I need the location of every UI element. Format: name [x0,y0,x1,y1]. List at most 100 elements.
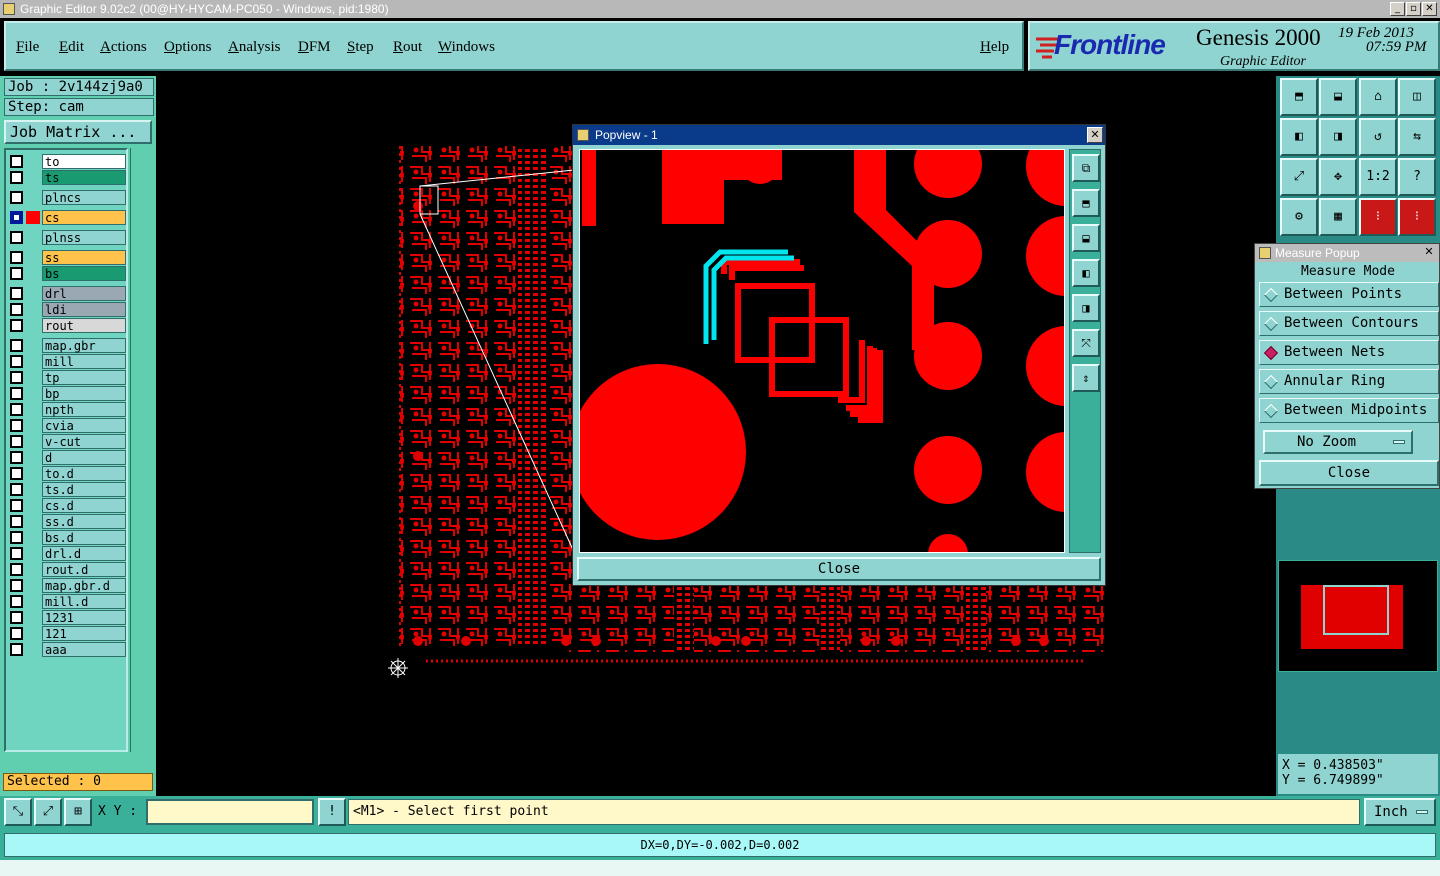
xy-input[interactable] [146,799,314,825]
menu-windows[interactable]: Windows [438,39,495,56]
popview-close-x-button[interactable]: ✕ [1087,127,1103,143]
layer-row-bp[interactable]: bp [8,386,126,401]
layer-name[interactable]: ss [42,250,126,265]
layer-row-drl[interactable]: drl [8,286,126,301]
minimap-view-box[interactable] [1323,585,1389,635]
layer-row-drl-d[interactable]: drl.d [8,546,126,561]
layer-checkbox[interactable] [10,467,23,480]
layer-name[interactable]: to [42,154,126,169]
measure-option-between-contours[interactable]: Between Contours [1259,311,1439,336]
layer-name[interactable]: v-cut [42,434,126,449]
layer-row-to-d[interactable]: to.d [8,466,126,481]
layer-checkbox[interactable] [10,251,23,264]
layer-row-ss[interactable]: ss [8,250,126,265]
layer-checkbox[interactable] [10,339,23,352]
close-window-button[interactable]: ✕ [1422,2,1437,16]
layer-checkbox[interactable] [10,319,23,332]
popview-canvas[interactable] [579,149,1065,553]
layer-name[interactable]: rout [42,318,126,333]
popview-close-button[interactable]: Close [577,557,1101,581]
layer-row-bs[interactable]: bs [8,266,126,281]
layer-row-to[interactable]: to [8,154,126,169]
measure-tool-icon[interactable]: ⚙ [1280,198,1318,236]
layer-name[interactable]: mill.d [42,594,126,609]
menu-dfm[interactable]: DFM [298,39,331,56]
layer-row-map-gbr[interactable]: map.gbr [8,338,126,353]
layer-checkbox[interactable] [10,579,23,592]
layer-row-ts[interactable]: ts [8,170,126,185]
menu-file[interactable]: File [16,39,39,56]
layer-name[interactable]: map.gbr [42,338,126,353]
zoom-center-icon[interactable]: ✥ [1319,158,1357,196]
measure-option-between-points[interactable]: Between Points [1259,282,1439,307]
menu-analysis[interactable]: Analysis [228,39,281,56]
layer-name[interactable]: drl.d [42,546,126,561]
layer-name[interactable]: 121 [42,626,126,641]
layer-row-rout[interactable]: rout [8,318,126,333]
snap-icon[interactable]: ⤢ [34,798,62,826]
layer-row-tp[interactable]: tp [8,370,126,385]
measure-title-bar[interactable]: Measure Popup ✕ [1255,244,1439,262]
maximize-button[interactable]: ▫ [1406,2,1421,16]
layer-name[interactable]: mill [42,354,126,369]
layer-list-scrollbar[interactable] [130,148,154,752]
layer-name[interactable]: rout.d [42,562,126,577]
popview-title-bar[interactable]: Popview - 1 ✕ [573,125,1105,145]
layer-checkbox[interactable] [10,191,23,204]
overview-minimap[interactable] [1278,560,1438,672]
layer-checkbox[interactable] [10,531,23,544]
layer-name[interactable]: bp [42,386,126,401]
net-highlight-icon[interactable]: ⁝ [1359,198,1397,236]
layer-checkbox[interactable] [10,419,23,432]
layer-checkbox[interactable] [10,547,23,560]
layer-row-map-gbr-d[interactable]: map.gbr.d [8,578,126,593]
layer-name[interactable]: ldi [42,302,126,317]
select-arrow-icon[interactable]: ⤡ [4,798,32,826]
popview-pan-left-icon[interactable]: ◧ [1072,259,1100,287]
layer-checkbox[interactable] [10,451,23,464]
unit-dropdown[interactable]: Inch [1364,798,1436,826]
layer-name[interactable]: ts [42,170,126,185]
layer-row-plncs[interactable]: plncs [8,190,126,205]
layer-row-v-cut[interactable]: v-cut [8,434,126,449]
popview-zoom-in-icon[interactable]: ⇕ [1072,364,1100,392]
layer-row-cvia[interactable]: cvia [8,418,126,433]
layer-name[interactable]: drl [42,286,126,301]
layer-name[interactable]: ts.d [42,482,126,497]
menu-help[interactable]: Help [980,39,1009,56]
menu-step[interactable]: Step [347,39,374,56]
layer-checkbox[interactable] [10,595,23,608]
minimize-button[interactable]: _ [1390,2,1405,16]
layer-name[interactable]: cvia [42,418,126,433]
layer-name[interactable]: tp [42,370,126,385]
rotate-icon[interactable]: ↺ [1359,118,1397,156]
menu-options[interactable]: Options [164,39,212,56]
pan-left-icon[interactable]: ◧ [1280,118,1318,156]
measure-option-annular-ring[interactable]: Annular Ring [1259,369,1439,394]
popview-zoom-out-icon[interactable]: ⤧ [1072,329,1100,357]
home-view-icon[interactable]: ⌂ [1359,78,1397,116]
zoom-fit-icon[interactable]: ⤢ [1280,158,1318,196]
layer-row-ldi[interactable]: ldi [8,302,126,317]
popview-pan-down-icon[interactable]: ⬓ [1072,224,1100,252]
layer-name[interactable]: plnss [42,230,126,245]
split-view-icon[interactable]: ◫ [1398,78,1436,116]
menu-edit[interactable]: Edit [59,39,84,56]
layer-row-d[interactable]: d [8,450,126,465]
measure-option-between-midpoints[interactable]: Between Midpoints [1259,398,1439,423]
popview-zoom-fit-icon[interactable]: ⧉ [1072,154,1100,182]
layer-name[interactable]: bs.d [42,530,126,545]
alert-icon[interactable]: ! [318,798,346,826]
layer-row-mill[interactable]: mill [8,354,126,369]
layer-row-121[interactable]: 121 [8,626,126,641]
layer-checkbox[interactable] [10,231,23,244]
layer-checkbox[interactable] [10,267,23,280]
layer-checkbox[interactable] [10,435,23,448]
layer-row-bs-d[interactable]: bs.d [8,530,126,545]
layer-row-npth[interactable]: npth [8,402,126,417]
layer-row-plnss[interactable]: plnss [8,230,126,245]
grid-snap-icon[interactable]: ⊞ [64,798,92,826]
zoom-ratio-button[interactable]: 1:2 [1359,158,1397,196]
layer-name[interactable]: npth [42,402,126,417]
menu-rout[interactable]: Rout [393,39,422,56]
